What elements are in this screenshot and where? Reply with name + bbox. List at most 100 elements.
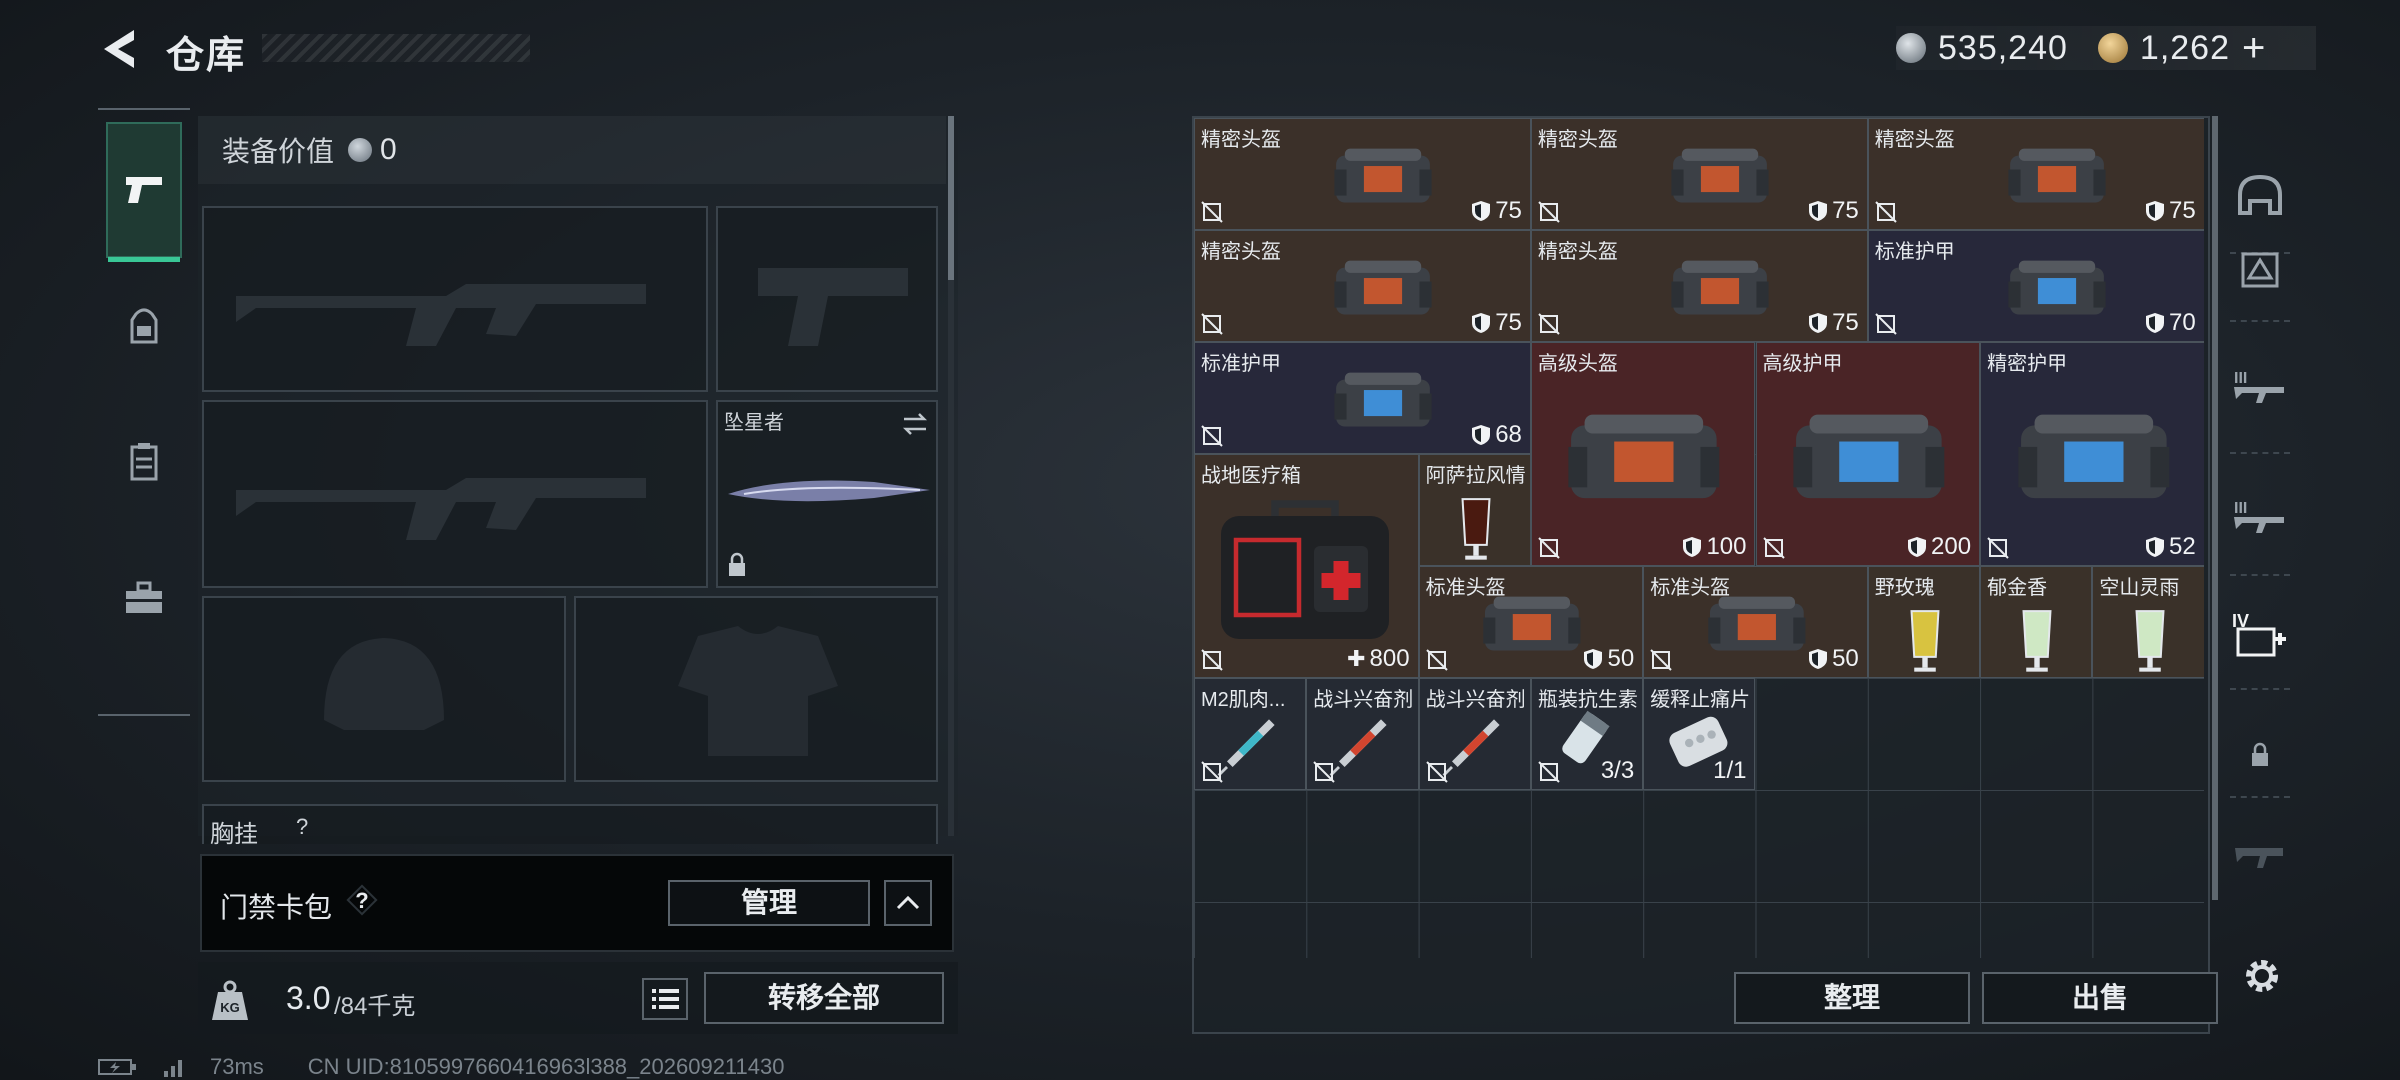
stash-item[interactable]: 高级头盔 100	[1530, 342, 1756, 566]
melee-slot[interactable]: 坠星者	[716, 400, 938, 588]
stash-item[interactable]: 缓释止痛片 1/1	[1643, 678, 1756, 790]
stash-item[interactable]: 高级护甲 200	[1755, 342, 1981, 566]
tab-smg[interactable]: III	[2226, 460, 2294, 570]
stash-item-name: 标准护甲	[1201, 353, 1281, 375]
chest-rig-help-icon[interactable]: ?	[296, 814, 308, 840]
stash-item[interactable]: 郁金香	[1980, 566, 2093, 678]
stash-item-name: 标准护甲	[1874, 241, 1955, 263]
rifle-tab-icon: III	[2234, 370, 2284, 403]
stash-item[interactable]: 精密头盔 75	[1530, 118, 1868, 230]
stash-item-value: 75	[1808, 309, 1859, 337]
chest-rig-slot[interactable]: 胸挂 ?	[202, 804, 938, 848]
stash-item[interactable]: 精密头盔 75	[1530, 230, 1868, 342]
stash-item[interactable]: 野玫瑰	[1867, 566, 1981, 678]
collapse-button[interactable]	[884, 880, 932, 926]
transfer-all-button[interactable]: 转移全部	[704, 972, 944, 1024]
stash-item-value: ✚ 800	[1347, 645, 1410, 672]
stash-item[interactable]: 阿萨拉风情	[1418, 454, 1531, 566]
tab-toolbox[interactable]	[106, 530, 182, 666]
stash-tabs: III III IV	[2226, 140, 2294, 920]
rifle-tab-icon-disabled	[2235, 848, 2283, 868]
stash-item-name: 精密头盔	[1537, 129, 1618, 151]
tab-locked[interactable]	[2226, 700, 2294, 810]
tidy-button[interactable]: 整理	[1734, 972, 1970, 1024]
stash-item[interactable]: 战斗兴奋剂	[1418, 678, 1531, 790]
no-insurance-icon	[1201, 425, 1223, 447]
stash-item-value: 3/3	[1600, 757, 1635, 784]
sell-button[interactable]: 出售	[1982, 972, 2218, 1024]
page-title: 仓库	[166, 35, 247, 77]
helmet-item-icon	[1671, 260, 1769, 315]
helmet-slot[interactable]	[202, 596, 566, 782]
durability-shield-icon	[1809, 201, 1828, 221]
tab-medical[interactable]: IV	[2226, 580, 2294, 690]
gold-amount: 1,262	[2139, 28, 2230, 67]
no-insurance-icon	[1425, 649, 1448, 671]
tab-disabled[interactable]	[2226, 800, 2294, 910]
stash-item[interactable]: 精密头盔 75	[1867, 118, 2204, 230]
stash-item-name: 阿萨拉风情	[1425, 465, 1526, 487]
stash-item-value: 1/1	[1713, 757, 1747, 784]
keycard-label: 门禁卡包	[220, 892, 333, 923]
armor-slot[interactable]	[574, 596, 938, 782]
help-icon[interactable]: ?	[346, 884, 378, 916]
back-arrow-icon[interactable]	[98, 26, 142, 72]
equipment-scroll-thumb[interactable]	[948, 116, 954, 280]
stash-scrollbar[interactable]	[2212, 116, 2218, 900]
tab-rifle[interactable]: III	[2226, 330, 2294, 440]
stash-item-value: 75	[1808, 197, 1859, 225]
no-insurance-icon	[1762, 537, 1785, 559]
stash-item[interactable]: 标准护甲 68	[1194, 342, 1531, 454]
primary-weapon-slot[interactable]	[202, 206, 708, 392]
no-insurance-icon	[1875, 201, 1897, 223]
gear-tab-icon	[2241, 252, 2279, 288]
stash-item[interactable]: 空山灵雨	[2092, 566, 2204, 678]
sidearm-slot[interactable]	[716, 206, 938, 392]
max-weight: /84千克	[334, 993, 416, 1020]
title-decoration	[262, 34, 530, 62]
swap-icon[interactable]	[900, 412, 930, 436]
stash-item-name: 精密头盔	[1201, 241, 1281, 263]
stash-item[interactable]: 战地医疗箱 ✚ 800	[1194, 454, 1419, 678]
durability-shield-icon	[1472, 313, 1491, 333]
stash-item[interactable]: 精密头盔 75	[1194, 230, 1531, 342]
helmet-item-icon	[1568, 414, 1720, 499]
signal-icon	[164, 1060, 182, 1077]
equipment-value-label: 装备价值	[222, 136, 335, 167]
manage-button[interactable]: 管理	[668, 880, 870, 926]
secondary-weapon-slot[interactable]	[202, 400, 708, 588]
stash-item[interactable]: 标准头盔 50	[1643, 566, 1868, 678]
silver-coin-icon	[1896, 33, 1926, 63]
stash-item[interactable]: 战斗兴奋剂	[1306, 678, 1419, 790]
rifle-silhouette-icon	[236, 478, 646, 540]
tab-gear[interactable]	[2226, 218, 2294, 322]
durability-shield-icon	[1472, 201, 1491, 221]
tab-weapons[interactable]	[106, 122, 182, 262]
durability-shield-icon	[1908, 537, 1927, 557]
drink-item-icon	[1461, 498, 1491, 560]
no-insurance-icon	[1201, 201, 1223, 223]
lock-icon	[729, 552, 745, 576]
medical-tab-icon: IV	[2232, 611, 2286, 657]
add-currency-button[interactable]: +	[2242, 28, 2265, 68]
tab-backpack[interactable]	[106, 258, 182, 394]
stash-item-value: 52	[2145, 533, 2196, 561]
stash-item[interactable]: 标准头盔 50	[1418, 566, 1644, 678]
stash-item[interactable]: M2肌肉...	[1194, 678, 1307, 790]
durability-shield-icon	[1584, 649, 1603, 669]
stash-item[interactable]: 标准护甲 70	[1867, 230, 2204, 342]
svg-text:III: III	[2234, 500, 2247, 517]
tab-vest[interactable]	[106, 394, 182, 530]
melee-slot-label: 坠星者	[724, 412, 784, 434]
stash-item[interactable]: 精密头盔 75	[1194, 118, 1531, 230]
stash-item-value: 50	[1808, 645, 1859, 673]
armor-item-icon	[1334, 372, 1433, 427]
stash-item-value: 70	[2145, 309, 2196, 337]
settings-gear-icon[interactable]	[2240, 954, 2284, 998]
list-view-button[interactable]	[642, 978, 688, 1020]
no-insurance-icon	[1538, 201, 1560, 223]
stash-item[interactable]: 瓶装抗生素 3/3	[1530, 678, 1644, 790]
no-insurance-icon	[1538, 313, 1560, 335]
stash-item[interactable]: 精密护甲 52	[1980, 342, 2204, 566]
no-insurance-icon	[1987, 537, 2009, 559]
